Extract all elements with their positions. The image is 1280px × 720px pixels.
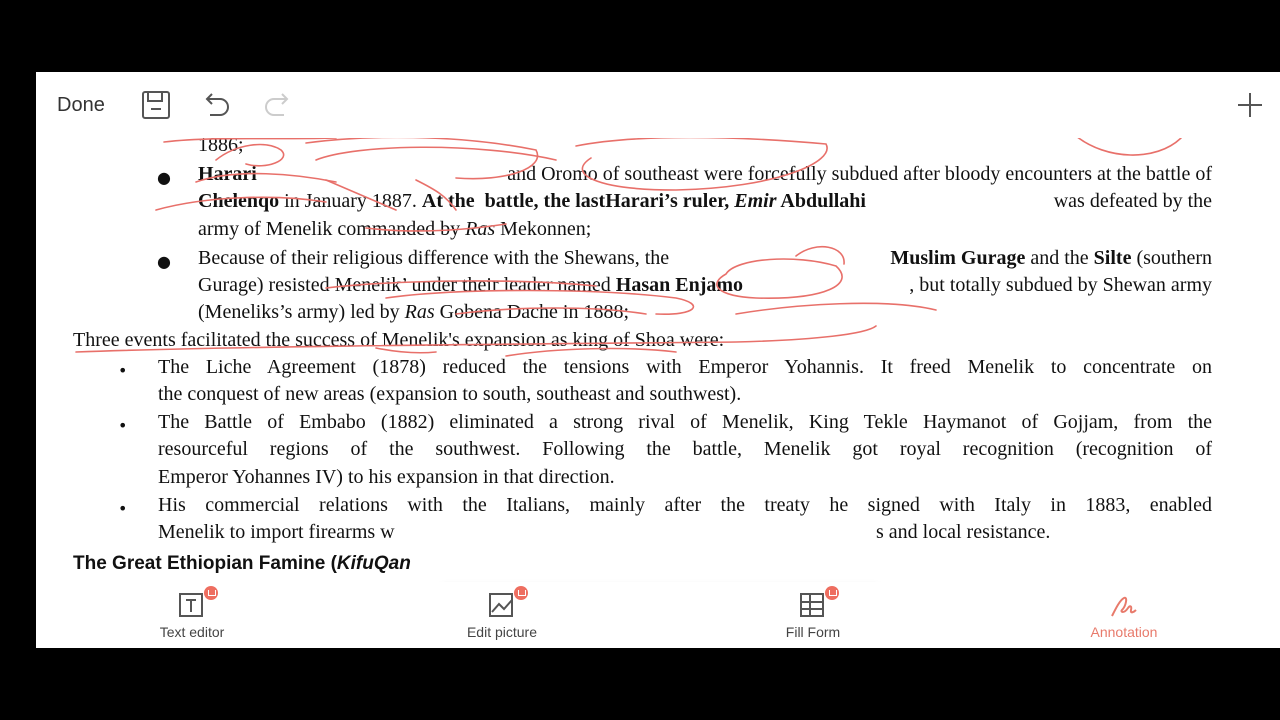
doc-line: The Liche Agreement (1878) reduced the t… [158, 356, 1212, 378]
bullet-icon: • [118, 416, 128, 435]
add-icon[interactable] [1234, 89, 1266, 121]
doc-line: s and local resistance. [876, 521, 1051, 543]
bullet-icon: • [118, 361, 128, 380]
text-editor-tab[interactable]: Text editor [112, 586, 272, 646]
doc-line: Gurage) resisted Menelik’ under their le… [198, 274, 1212, 296]
fill-form-icon [800, 593, 824, 617]
doc-line: Chelenqo in January 1887. At the battle,… [198, 190, 1212, 212]
fill-form-tab[interactable]: Fill Form [733, 586, 893, 646]
text-editor-icon [179, 593, 203, 617]
crown-badge-icon [514, 586, 528, 600]
edit-picture-icon [489, 593, 513, 617]
doc-line: resourceful regions of the southwest. Fo… [158, 438, 1212, 460]
save-icon[interactable] [140, 89, 172, 121]
bullet-icon: ● [157, 252, 171, 271]
bottom-toolbar: Text editor Edit picture Fill Form Annot… [36, 582, 1280, 648]
doc-line: Harari and Oromo of southeast were force… [198, 163, 1212, 185]
undo-icon[interactable] [200, 89, 232, 121]
doc-line: (Meneliks’s army) led by Ras Gobena Dach… [198, 301, 630, 323]
doc-line: His commercial relations with the Italia… [158, 494, 1212, 516]
doc-line: The Battle of Embabo (1882) eliminated a… [158, 411, 1212, 433]
annotation-tab[interactable]: Annotation [1044, 590, 1204, 646]
annotation-icon [1111, 596, 1137, 617]
bullet-icon: ● [157, 168, 171, 187]
top-toolbar: Done [36, 72, 1280, 138]
doc-line: 1886; [198, 138, 244, 156]
doc-line: army of Menelik commanded by Ras Mekonne… [198, 218, 592, 240]
doc-line: Because of their religious difference wi… [198, 247, 1212, 269]
crown-badge-icon [204, 586, 218, 600]
section-heading: The Great Ethiopian Famine (KifuQan [73, 553, 411, 574]
pdf-editor-window: Done 1886; ● Harari and Oromo of southea… [36, 72, 1280, 648]
doc-line: Three events facilitated the success of … [73, 329, 725, 351]
done-button[interactable]: Done [57, 94, 105, 117]
redo-icon[interactable] [262, 89, 294, 121]
document-page[interactable]: 1886; ● Harari and Oromo of southeast we… [36, 138, 1280, 582]
edit-picture-tab[interactable]: Edit picture [422, 586, 582, 646]
crown-badge-icon [825, 586, 839, 600]
doc-line: Menelik to import firearms w [158, 521, 395, 543]
bullet-icon: • [118, 499, 128, 518]
doc-line: the conquest of new areas (expansion to … [158, 383, 742, 405]
doc-line: Emperor Yohannes IV) to his expansion in… [158, 466, 615, 488]
